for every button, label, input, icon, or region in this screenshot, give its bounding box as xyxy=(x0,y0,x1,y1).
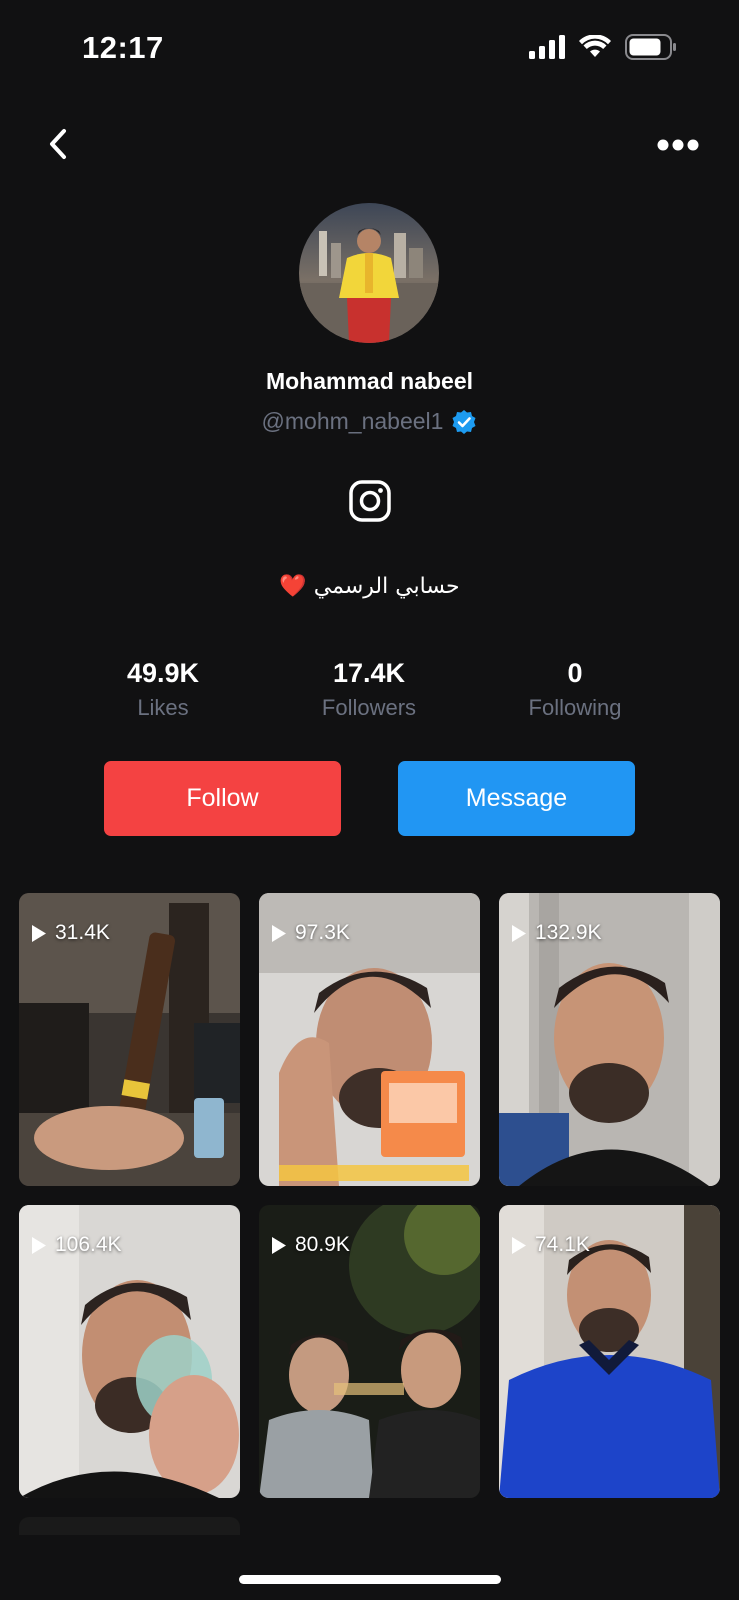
play-icon xyxy=(32,924,46,942)
status-time: 12:17 xyxy=(82,30,164,65)
view-count-text: 97.3K xyxy=(295,921,350,944)
view-count: 31.4K xyxy=(31,921,110,945)
stat-label: Followers xyxy=(321,695,417,720)
video-tile[interactable]: 106.4K xyxy=(19,1205,240,1498)
battery-icon xyxy=(625,34,676,60)
stat-value: 49.9K xyxy=(126,658,200,688)
view-count-text: 80.9K xyxy=(295,1233,350,1256)
stat-label: Following xyxy=(528,695,622,720)
wifi-icon xyxy=(579,35,611,57)
play-icon xyxy=(272,924,286,942)
more-dots-icon xyxy=(657,139,699,151)
avatar[interactable] xyxy=(299,203,439,343)
status-bar: 12:17 xyxy=(0,0,739,100)
video-tile[interactable]: 132.9K xyxy=(499,893,720,1186)
stat-value: 0 xyxy=(567,658,583,688)
instagram-icon xyxy=(349,480,391,522)
view-count: 97.3K xyxy=(271,921,350,945)
stat-label: Likes xyxy=(137,695,189,720)
view-count-text: 132.9K xyxy=(535,921,602,944)
home-indicator[interactable] xyxy=(239,1575,501,1584)
view-count: 74.1K xyxy=(511,1233,590,1257)
signal-icon xyxy=(529,35,565,59)
bio-text: ❤️ حسابي الرسمي xyxy=(279,574,460,599)
video-tile[interactable]: 74.1K xyxy=(499,1205,720,1498)
stat-followers[interactable]: 17.4K Followers xyxy=(269,658,469,721)
view-count: 132.9K xyxy=(511,921,602,945)
display-name: Mohammad nabeel xyxy=(265,368,474,394)
video-tile[interactable]: 97.3K xyxy=(259,893,480,1186)
video-tile[interactable] xyxy=(19,1517,240,1535)
follow-button[interactable]: Follow xyxy=(104,761,341,836)
view-count: 106.4K xyxy=(31,1233,122,1257)
verified-badge-icon xyxy=(452,409,476,434)
play-icon xyxy=(32,1236,46,1254)
message-button[interactable]: Message xyxy=(398,761,635,836)
view-count: 80.9K xyxy=(271,1233,350,1257)
play-icon xyxy=(272,1236,286,1254)
stat-following[interactable]: 0 Following xyxy=(475,658,675,721)
stat-value: 17.4K xyxy=(332,658,406,688)
username-handle: @mohm_nabeel1 xyxy=(261,408,444,434)
stat-likes: 49.9K Likes xyxy=(63,658,263,721)
play-icon xyxy=(512,924,526,942)
view-count-text: 74.1K xyxy=(535,1233,590,1256)
video-tile[interactable]: 80.9K xyxy=(259,1205,480,1498)
status-icons xyxy=(529,34,677,60)
back-button[interactable] xyxy=(40,124,76,164)
instagram-link[interactable] xyxy=(348,479,392,523)
view-count-text: 106.4K xyxy=(55,1233,122,1256)
view-count-text: 31.4K xyxy=(55,921,110,944)
video-tile[interactable]: 31.4K xyxy=(19,893,240,1186)
chevron-left-icon xyxy=(50,129,66,159)
avatar-image xyxy=(299,203,439,343)
handle-row: @mohm_nabeel1 xyxy=(0,408,739,435)
more-options-button[interactable] xyxy=(655,130,701,160)
play-icon xyxy=(512,1236,526,1254)
